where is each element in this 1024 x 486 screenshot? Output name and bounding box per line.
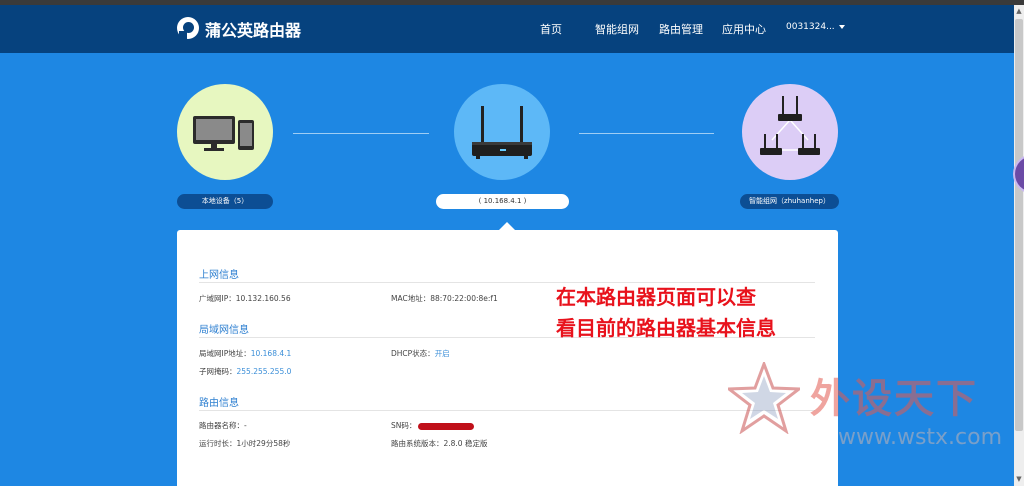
dhcp-field: DHCP状态：开启 xyxy=(391,348,450,359)
router-ip-label[interactable]: ( 10.168.4.1 ) xyxy=(436,194,569,209)
top-navbar: 蒲公英路由器 首页 智能组网 路由管理 应用中心 0031324... xyxy=(0,5,1014,53)
router-name-value: - xyxy=(244,421,247,430)
router-name-field: 路由器名称：- xyxy=(199,420,247,431)
dhcp-label: DHCP状态： xyxy=(391,349,435,358)
wan-ip-value: 10.132.160.56 xyxy=(235,294,291,303)
annotation-line-1: 在本路由器页面可以查 xyxy=(556,285,756,309)
annotation-line-2: 看目前的路由器基本信息 xyxy=(556,316,776,340)
local-devices-label[interactable]: 本地设备（5） xyxy=(177,194,273,209)
router-info-card: 上网信息 广域网IP：10.132.160.56 MAC地址：88:70:22:… xyxy=(177,230,838,486)
sn-field: SN码： xyxy=(391,420,475,431)
lan-section-title: 局域网信息 xyxy=(199,325,249,336)
connector-line-left xyxy=(293,133,429,134)
nav-home[interactable]: 首页 xyxy=(540,21,562,37)
smart-network-label[interactable]: 智能组网（zhuhanhep） xyxy=(740,194,839,209)
sn-label: SN码： xyxy=(391,421,417,430)
caret-down-icon xyxy=(838,24,845,29)
router-node[interactable] xyxy=(454,84,550,180)
mac-value: 88:70:22:00:8e:f1 xyxy=(430,294,498,303)
user-account-menu[interactable]: 0031324... xyxy=(786,22,845,32)
mac-field: MAC地址：88:70:22:00:8e:f1 xyxy=(391,293,498,304)
lan-ip-value: 10.168.4.1 xyxy=(250,349,292,358)
router-icon xyxy=(472,106,532,159)
scroll-down-arrow-icon[interactable]: ▼ xyxy=(1014,475,1024,483)
lan-ip-label: 局域网IP地址： xyxy=(199,349,251,358)
card-pointer xyxy=(499,222,515,230)
subnet-mask-field: 子网掩码：255.255.255.0 xyxy=(199,366,291,377)
dandelion-logo-icon xyxy=(177,17,199,40)
firmware-version-value: 2.8.0 稳定版 xyxy=(443,439,488,448)
smart-network-node[interactable] xyxy=(742,84,838,180)
brand-title[interactable]: 蒲公英路由器 xyxy=(205,17,301,41)
firmware-version-label: 路由系统版本： xyxy=(391,439,444,448)
firmware-version-field: 路由系统版本：2.8.0 稳定版 xyxy=(391,438,487,449)
uptime-value: 1小时29分58秒 xyxy=(236,439,291,448)
mesh-routers-icon xyxy=(760,96,820,155)
subnet-mask-value: 255.255.255.0 xyxy=(236,367,292,376)
monitor-tablet-icon xyxy=(193,116,254,151)
lan-ip-field: 局域网IP地址：10.168.4.1 xyxy=(199,348,291,359)
nav-router-management[interactable]: 路由管理 xyxy=(659,21,703,37)
wan-ip-label: 广域网IP： xyxy=(199,294,236,303)
watermark-star-logo-icon xyxy=(728,362,800,434)
uptime-label: 运行时长： xyxy=(199,439,237,448)
router-name-label: 路由器名称： xyxy=(199,421,244,430)
watermark-url: www.wstx.com xyxy=(838,425,1003,450)
nav-smart-network[interactable]: 智能组网 xyxy=(595,21,639,37)
scroll-thumb[interactable] xyxy=(1015,19,1023,431)
watermark-brand-text: 外设天下 xyxy=(810,376,978,422)
local-devices-node[interactable] xyxy=(177,84,273,180)
divider xyxy=(199,410,815,411)
wan-section-title: 上网信息 xyxy=(199,270,239,281)
mac-label: MAC地址： xyxy=(391,294,431,303)
scroll-up-arrow-icon[interactable]: ▲ xyxy=(1014,7,1024,15)
router-section-title: 路由信息 xyxy=(199,398,239,409)
nav-app-center[interactable]: 应用中心 xyxy=(722,21,766,37)
vertical-scrollbar[interactable]: ▲ ▼ xyxy=(1014,5,1024,486)
subnet-mask-label: 子网掩码： xyxy=(199,367,237,376)
sn-redaction-mark xyxy=(418,422,475,430)
wan-ip-field: 广域网IP：10.132.160.56 xyxy=(199,293,291,304)
connector-line-right xyxy=(579,133,714,134)
user-account-id: 0031324... xyxy=(786,22,835,32)
uptime-field: 运行时长：1小时29分58秒 xyxy=(199,438,290,449)
dhcp-value: 开启 xyxy=(434,349,450,358)
